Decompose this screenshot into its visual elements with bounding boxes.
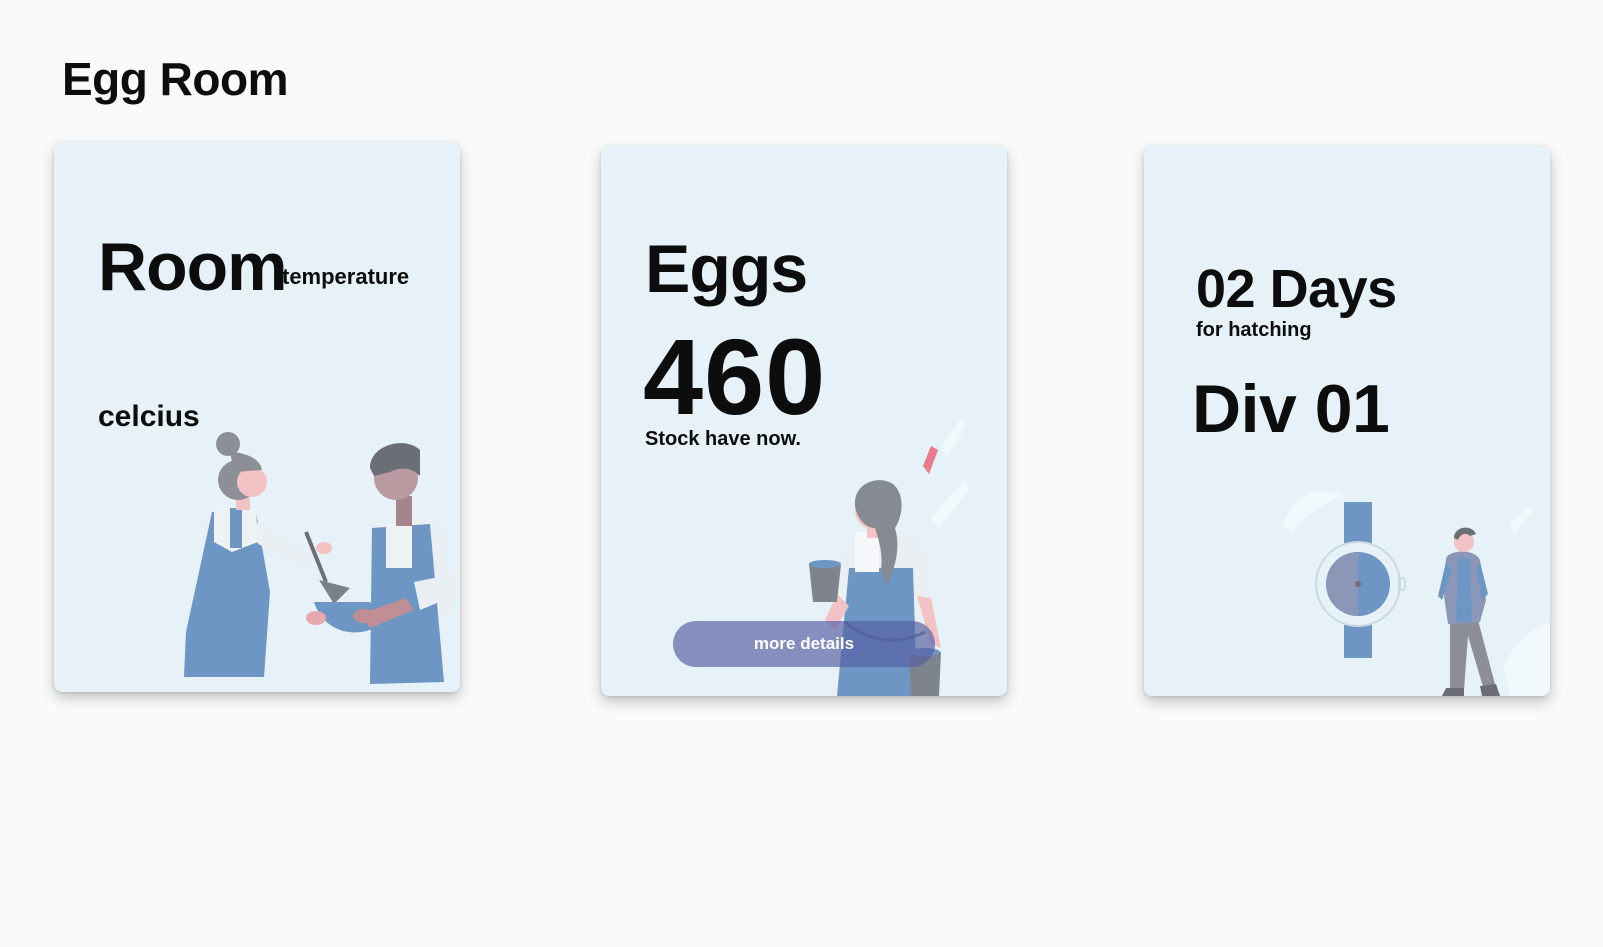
temperature-unit: celcius xyxy=(98,400,200,433)
man-with-watch-illustration xyxy=(1282,491,1550,696)
watch-icon xyxy=(1315,502,1406,658)
egg-stock-card: Eggs 460 Stock have now. more details xyxy=(601,146,1007,696)
page-title: Egg Room xyxy=(62,53,288,105)
room-temperature-card: Room temperature celcius xyxy=(54,142,460,692)
days-to-hatch: 02 Days xyxy=(1196,259,1397,319)
standing-man-figure xyxy=(1438,527,1500,696)
stock-caption: Stock have now. xyxy=(645,428,801,450)
room-heading: Room xyxy=(98,229,288,305)
more-details-button[interactable]: more details xyxy=(673,621,935,667)
baker-woman-figure xyxy=(184,432,332,677)
room-subheading: temperature xyxy=(282,264,410,289)
hatching-subheading: for hatching xyxy=(1196,319,1312,341)
two-bakers-illustration xyxy=(184,432,460,684)
hatching-card: 02 Days for hatching Div 01 xyxy=(1144,146,1550,696)
division-label: Div 01 xyxy=(1192,371,1390,447)
eggs-heading: Eggs xyxy=(645,231,808,307)
baker-man-figure xyxy=(360,443,460,684)
